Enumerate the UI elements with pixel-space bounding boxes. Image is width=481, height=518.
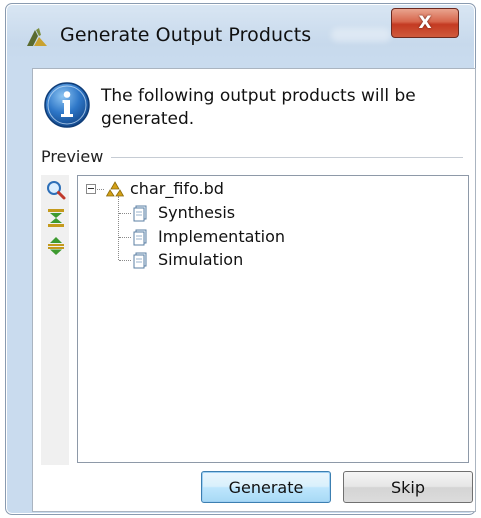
- tree-item-simulation[interactable]: Simulation: [158, 250, 243, 269]
- preview-tree[interactable]: char_fifo.bd Synthesis Implementation Si…: [77, 175, 469, 463]
- collapse-all-icon[interactable]: [45, 207, 67, 229]
- expand-all-icon[interactable]: [45, 235, 67, 257]
- info-message: The following output products will be ge…: [101, 86, 416, 129]
- title-bar[interactable]: Generate Output Products X: [6, 4, 475, 60]
- generate-button[interactable]: Generate: [201, 471, 331, 503]
- tree-toolbar: [41, 175, 69, 465]
- skip-button[interactable]: Skip: [343, 471, 473, 503]
- file-icon: [133, 229, 147, 246]
- block-design-icon: [106, 181, 124, 197]
- dialog-window: Generate Output Products X The following…: [5, 3, 476, 515]
- tree-item-synthesis[interactable]: Synthesis: [158, 203, 235, 222]
- title-reflection: [331, 28, 391, 42]
- tree-connector: [119, 237, 131, 239]
- tree-connector: [97, 189, 104, 191]
- preview-divider: [111, 157, 463, 158]
- file-icon: [133, 252, 147, 269]
- dialog-body: The following output products will be ge…: [32, 68, 476, 512]
- tree-connector: [119, 260, 131, 262]
- tree-collapse-toggle[interactable]: [86, 184, 96, 194]
- file-icon: [133, 205, 147, 222]
- tree-connector: [118, 196, 120, 260]
- vivado-logo-icon: [27, 28, 47, 46]
- search-icon[interactable]: [45, 179, 67, 201]
- tree-root-node[interactable]: char_fifo.bd: [130, 179, 224, 198]
- preview-label: Preview: [41, 147, 110, 166]
- close-button[interactable]: X: [391, 8, 459, 38]
- tree-item-implementation[interactable]: Implementation: [158, 227, 285, 246]
- close-icon: X: [418, 13, 432, 33]
- info-icon: [44, 82, 90, 128]
- tree-connector: [119, 213, 131, 215]
- window-title: Generate Output Products: [60, 24, 312, 46]
